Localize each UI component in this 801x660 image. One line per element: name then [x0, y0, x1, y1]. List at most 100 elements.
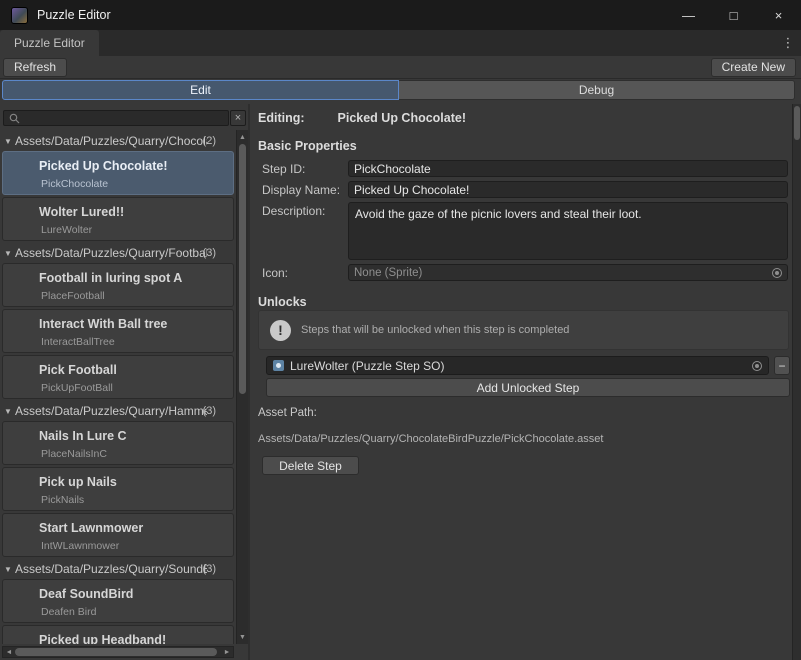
list-item[interactable]: Interact With Ball tree InteractBallTree: [2, 309, 234, 353]
list-item-subtitle: PickNails: [41, 494, 84, 506]
list-horizontal-scrollbar[interactable]: ◄ ►: [2, 646, 234, 658]
foldout-arrow-icon[interactable]: ▼: [1, 137, 15, 146]
tab-puzzle-editor[interactable]: Puzzle Editor: [0, 30, 99, 56]
foldout-arrow-icon[interactable]: ▼: [1, 407, 15, 416]
scroll-down-icon[interactable]: ▼: [237, 631, 248, 643]
description-label: Description:: [262, 204, 325, 218]
group-count: (3): [203, 563, 216, 575]
editing-value: Picked Up Chocolate!: [338, 111, 467, 125]
list-item-subtitle: LureWolter: [41, 224, 92, 236]
unlocks-info-box: ! Steps that will be unlocked when this …: [258, 310, 789, 350]
sidebar: × ▼ Assets/Data/Puzzles/Quarry/Chocolate…: [0, 104, 248, 660]
list-vertical-scrollbar[interactable]: ▲ ▼: [236, 130, 248, 644]
remove-unlocked-step-button[interactable]: −: [774, 356, 790, 375]
list-item-subtitle: PickChocolate: [41, 178, 108, 190]
window-scrollbar-thumb[interactable]: [794, 106, 800, 140]
tab-strip: Puzzle Editor ⋮: [0, 30, 801, 56]
vertical-scrollbar-thumb[interactable]: [239, 144, 246, 394]
group-header[interactable]: ▼ Assets/Data/Puzzles/Quarry/HammerBi (3…: [0, 402, 236, 420]
list-item-title: Interact With Ball tree: [39, 317, 167, 331]
list-item-subtitle: PickUpFootBall: [41, 382, 113, 394]
group-header-label: Assets/Data/Puzzles/Quarry/FootballBir: [15, 246, 207, 260]
list-item[interactable]: Start Lawnmower IntWLawnmower: [2, 513, 234, 557]
asset-path-label: Asset Path:: [258, 407, 317, 419]
list-item-title: Football in luring spot A: [39, 271, 182, 285]
list-item-subtitle: InteractBallTree: [41, 336, 115, 348]
group-header-label: Assets/Data/Puzzles/Quarry/Chocolate: [15, 134, 207, 148]
editing-row: Editing: Picked Up Chocolate!: [258, 111, 466, 125]
list-item-title: Picked up Headband!: [39, 633, 166, 644]
list-item-subtitle: PlaceNailsInC: [41, 448, 107, 460]
asset-path-value: Assets/Data/Puzzles/Quarry/ChocolateBird…: [258, 433, 603, 445]
create-new-button[interactable]: Create New: [711, 58, 796, 77]
horizontal-scrollbar-thumb[interactable]: [15, 648, 217, 656]
scroll-left-icon[interactable]: ◄: [3, 647, 15, 657]
description-field[interactable]: Avoid the gaze of the picnic lovers and …: [348, 202, 788, 260]
foldout-arrow-icon[interactable]: ▼: [1, 565, 15, 574]
search-bar: ×: [3, 110, 246, 126]
group-count: (2): [203, 135, 216, 147]
unlocks-title: Unlocks: [258, 295, 307, 309]
tab-edit[interactable]: Edit: [2, 80, 399, 100]
step-id-label: Step ID:: [262, 162, 305, 176]
list-item[interactable]: Football in luring spot A PlaceFootball: [2, 263, 234, 307]
toolbar: Refresh Create New: [0, 56, 801, 79]
display-name-label: Display Name:: [262, 183, 340, 197]
list-item-title: Wolter Lured!!: [39, 205, 124, 219]
group-header-label: Assets/Data/Puzzles/Quarry/HammerBi: [15, 404, 207, 418]
list-item-title: Picked Up Chocolate!: [39, 159, 168, 173]
list-item[interactable]: Pick up Nails PickNails: [2, 467, 234, 511]
window-vertical-scrollbar[interactable]: [792, 104, 801, 660]
puzzle-step-list: ▼ Assets/Data/Puzzles/Quarry/Chocolate (…: [0, 130, 236, 644]
add-unlocked-step-button[interactable]: Add Unlocked Step: [266, 378, 790, 397]
puzzle-editor-window: Puzzle Editor — □ × Puzzle Editor ⋮ Refr…: [0, 0, 801, 660]
info-icon: !: [270, 320, 291, 341]
scroll-right-icon[interactable]: ►: [221, 647, 233, 657]
object-picker-icon[interactable]: [752, 361, 762, 371]
foldout-arrow-icon[interactable]: ▼: [1, 249, 15, 258]
group-header[interactable]: ▼ Assets/Data/Puzzles/Quarry/FootballBir…: [0, 244, 236, 262]
list-item-title: Pick Football: [39, 363, 117, 377]
group-header[interactable]: ▼ Assets/Data/Puzzles/Quarry/Chocolate (…: [0, 132, 236, 150]
step-id-field[interactable]: [348, 160, 788, 177]
refresh-button[interactable]: Refresh: [3, 58, 67, 77]
maximize-button[interactable]: □: [711, 0, 756, 30]
list-item[interactable]: Nails In Lure C PlaceNailsInC: [2, 421, 234, 465]
tab-debug[interactable]: Debug: [399, 80, 795, 100]
title-bar: Puzzle Editor — □ ×: [0, 0, 801, 30]
list-item[interactable]: Picked up Headband!: [2, 625, 234, 644]
search-input[interactable]: [3, 110, 229, 126]
list-item-subtitle: PlaceFootball: [41, 290, 105, 302]
list-item-subtitle: Deafen Bird: [41, 606, 96, 618]
object-picker-icon[interactable]: [772, 268, 782, 278]
list-item[interactable]: Wolter Lured!! LureWolter: [2, 197, 234, 241]
scriptable-object-icon: [273, 360, 284, 371]
display-name-field[interactable]: [348, 181, 788, 198]
list-item[interactable]: Deaf SoundBird Deafen Bird: [2, 579, 234, 623]
editor-panel: Editing: Picked Up Chocolate! Basic Prop…: [250, 104, 792, 660]
search-clear-button[interactable]: ×: [230, 110, 246, 126]
scroll-up-icon[interactable]: ▲: [237, 131, 248, 143]
editing-label: Editing:: [258, 111, 305, 125]
list-item-title: Start Lawnmower: [39, 521, 143, 535]
unlocks-info-text: Steps that will be unlocked when this st…: [301, 324, 569, 336]
window-controls: — □ ×: [666, 0, 801, 30]
list-item-title: Nails In Lure C: [39, 429, 127, 443]
group-header[interactable]: ▼ Assets/Data/Puzzles/Quarry/SoundBird (…: [0, 560, 236, 578]
unlocked-step-object-field[interactable]: LureWolter (Puzzle Step SO): [266, 356, 769, 375]
list-item-subtitle: IntWLawnmower: [41, 540, 119, 552]
list-item-title: Pick up Nails: [39, 475, 117, 489]
list-item[interactable]: Picked Up Chocolate! PickChocolate: [2, 151, 234, 195]
mode-tabs: Edit Debug: [2, 80, 795, 100]
icon-label: Icon:: [262, 266, 288, 280]
delete-step-button[interactable]: Delete Step: [262, 456, 359, 475]
list-item[interactable]: Pick Football PickUpFootBall: [2, 355, 234, 399]
tab-menu-icon[interactable]: ⋮: [780, 35, 796, 51]
list-item-title: Deaf SoundBird: [39, 587, 133, 601]
close-button[interactable]: ×: [756, 0, 801, 30]
window-title: Puzzle Editor: [37, 8, 111, 22]
icon-object-field[interactable]: None (Sprite): [348, 264, 788, 281]
minimize-button[interactable]: —: [666, 0, 711, 30]
basic-properties-title: Basic Properties: [258, 139, 357, 153]
group-header-label: Assets/Data/Puzzles/Quarry/SoundBird: [15, 562, 207, 576]
